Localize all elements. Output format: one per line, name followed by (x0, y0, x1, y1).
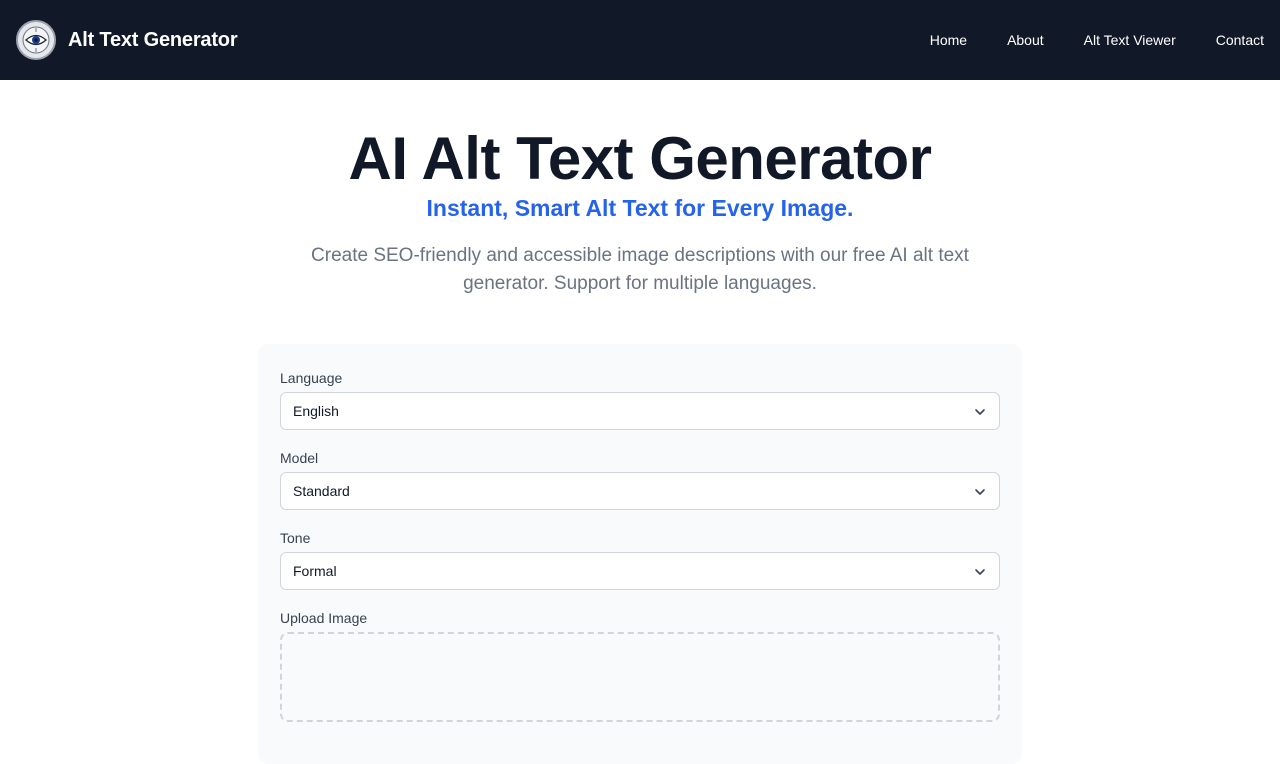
nav-link-about[interactable]: About (1007, 32, 1044, 48)
brand[interactable]: Alt Text Generator (16, 20, 238, 60)
nav-link-alt-text-viewer[interactable]: Alt Text Viewer (1084, 32, 1176, 48)
chevron-down-icon (975, 489, 985, 495)
hero-section: AI Alt Text Generator Instant, Smart Alt… (0, 80, 1280, 298)
upload-label: Upload Image (280, 610, 368, 626)
language-field: Language English (280, 370, 1000, 430)
brand-title[interactable]: Alt Text Generator (68, 29, 238, 52)
tone-label: Tone (280, 530, 311, 546)
language-selected-value: English (293, 403, 339, 419)
page-subtitle: Instant, Smart Alt Text for Every Image. (426, 195, 854, 221)
image-upload-dropzone[interactable] (280, 632, 1000, 722)
chevron-down-icon (975, 569, 985, 575)
language-select[interactable]: English (280, 392, 1000, 430)
model-select[interactable]: Standard (280, 472, 1000, 510)
nav-link-home[interactable]: Home (930, 32, 967, 48)
top-navbar: Alt Text Generator Home About Alt Text V… (0, 0, 1280, 80)
model-label: Model (280, 450, 319, 466)
nav-links: Home About Alt Text Viewer Contact (930, 32, 1264, 48)
tone-selected-value: Formal (293, 563, 337, 579)
page-description: Create SEO-friendly and accessible image… (311, 245, 969, 294)
tone-select[interactable]: Formal (280, 552, 1000, 590)
tone-field: Tone Formal (280, 530, 1000, 590)
language-label: Language (280, 370, 343, 386)
model-selected-value: Standard (293, 483, 350, 499)
upload-field: Upload Image (280, 610, 1000, 722)
chevron-down-icon (975, 409, 985, 415)
nav-link-contact[interactable]: Contact (1216, 32, 1264, 48)
generator-form-card: Language English Model Standard Tone For… (258, 344, 1022, 764)
page-title: AI Alt Text Generator (348, 125, 932, 192)
eye-icon (16, 20, 56, 60)
model-field: Model Standard (280, 450, 1000, 510)
